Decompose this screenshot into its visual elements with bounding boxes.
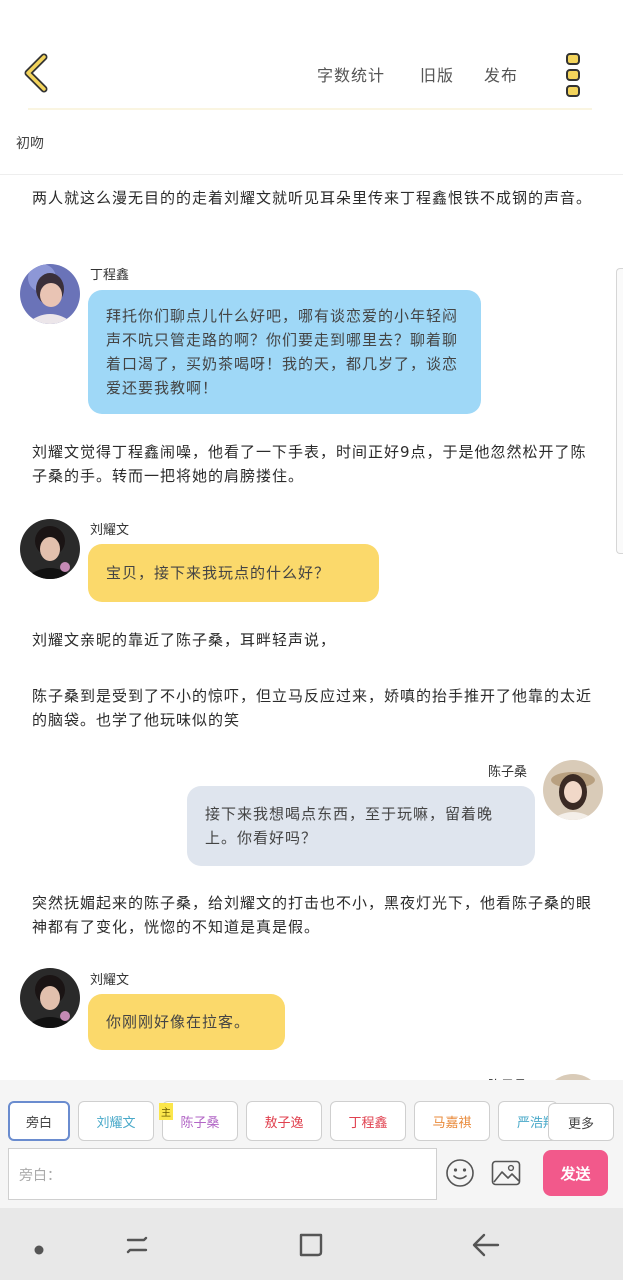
role-chip-narrator[interactable]: 旁白 bbox=[8, 1101, 70, 1141]
top-bar: 字数统计 旧版 发布 bbox=[0, 0, 623, 112]
image-button[interactable] bbox=[491, 1160, 521, 1190]
publish-button[interactable]: 发布 bbox=[484, 62, 518, 86]
message-bubble: 拜托你们聊点儿什么好吧，哪有谈恋爱的小年轻闷声不吭只管走路的啊？你们要走到哪里去… bbox=[88, 290, 481, 414]
user-avatar-icon bbox=[543, 760, 603, 820]
header-divider bbox=[28, 108, 592, 110]
title-divider bbox=[0, 174, 623, 175]
nav-dot-button[interactable] bbox=[34, 1240, 44, 1259]
emoji-button[interactable] bbox=[445, 1158, 475, 1192]
avatar[interactable] bbox=[20, 968, 80, 1028]
role-label: 丁程鑫 bbox=[348, 1115, 388, 1131]
more-roles-button[interactable]: 更多 bbox=[548, 1103, 614, 1141]
role-label: 旁白 bbox=[25, 1115, 52, 1131]
speaker-name: 陈子桑 bbox=[488, 765, 528, 780]
user-avatar-icon bbox=[20, 519, 80, 579]
system-back-button[interactable] bbox=[470, 1230, 502, 1264]
user-avatar-icon bbox=[20, 264, 80, 324]
speaker-name: 丁程鑫 bbox=[90, 268, 130, 283]
narration-text: 刘耀文觉得丁程鑫闹噪，他看了一下手表，时间正好9点，于是他忽然松开了陈子桑的手。… bbox=[32, 443, 587, 485]
avatar[interactable] bbox=[20, 519, 80, 579]
user-avatar-icon bbox=[20, 968, 80, 1028]
chevron-left-icon bbox=[24, 53, 48, 93]
home-square-icon bbox=[299, 1233, 323, 1257]
role-label: 陈子桑 bbox=[180, 1115, 220, 1131]
system-nav-bar bbox=[0, 1208, 623, 1280]
speaker-name: 刘耀文 bbox=[90, 973, 130, 988]
role-label: 马嘉祺 bbox=[432, 1115, 472, 1131]
role-chip-ao-ziyi[interactable]: 敖子逸 bbox=[246, 1101, 322, 1141]
avatar[interactable] bbox=[543, 760, 603, 820]
main-role-tag: 主 bbox=[159, 1103, 173, 1120]
role-label: 敖子逸 bbox=[264, 1115, 304, 1131]
word-count-button[interactable]: 字数统计 bbox=[317, 62, 385, 86]
image-icon bbox=[491, 1160, 521, 1186]
role-chip-liu-yaowen[interactable]: 刘耀文 bbox=[78, 1101, 154, 1141]
avatar[interactable] bbox=[20, 264, 80, 324]
smiley-icon bbox=[446, 1159, 474, 1187]
message-input[interactable]: 旁白： bbox=[8, 1148, 437, 1200]
narration-text: 突然抚媚起来的陈子桑，给刘耀文的打击也不小，黑夜灯光下，他看陈子桑的眼神都有了变… bbox=[32, 894, 593, 936]
old-version-button[interactable]: 旧版 bbox=[420, 62, 454, 86]
role-chip-chen-zisang[interactable]: 陈子桑 bbox=[162, 1101, 238, 1141]
message-bubble: 接下来我想喝点东西，至于玩嘛，留着晚上。你看好吗？ bbox=[187, 786, 535, 866]
role-chip-ma-jiaqi[interactable]: 马嘉祺 bbox=[414, 1101, 490, 1141]
message-bubble: 你刚刚好像在拉客。 bbox=[88, 994, 285, 1050]
narration-text: 陈子桑到是受到了不小的惊吓，但立马反应过来，娇嗔的抬手推开了他靠的太近的脑袋。也… bbox=[32, 687, 593, 729]
scrollbar[interactable] bbox=[616, 268, 623, 554]
speaker-name: 刘耀文 bbox=[90, 523, 130, 538]
recent-apps-button[interactable] bbox=[122, 1230, 152, 1264]
dot-icon bbox=[34, 1245, 44, 1255]
recent-apps-icon bbox=[126, 1236, 148, 1254]
more-menu-button[interactable] bbox=[560, 52, 586, 98]
role-label: 刘耀文 bbox=[96, 1115, 136, 1131]
role-chip-ding-chengxin[interactable]: 丁程鑫 bbox=[330, 1101, 406, 1141]
vertical-dots-icon bbox=[566, 53, 580, 97]
story-content[interactable]: 两人就这么漫无目的的走着刘耀文就听见耳朵里传来丁程鑫恨铁不成钢的声音。 丁程鑫 … bbox=[0, 176, 623, 1080]
message-bubble: 宝贝，接下来我玩点的什么好？ bbox=[88, 544, 379, 602]
narration-text: 刘耀文亲昵的靠近了陈子桑，耳畔轻声说， bbox=[32, 631, 337, 649]
send-button[interactable]: 发送 bbox=[543, 1150, 608, 1196]
back-arrow-icon bbox=[472, 1233, 500, 1257]
home-button[interactable] bbox=[296, 1230, 326, 1264]
chapter-title: 初吻 bbox=[16, 136, 44, 152]
narration-text: 两人就这么漫无目的的走着刘耀文就听见耳朵里传来丁程鑫恨铁不成钢的声音。 bbox=[32, 189, 593, 207]
back-button[interactable] bbox=[18, 52, 58, 94]
